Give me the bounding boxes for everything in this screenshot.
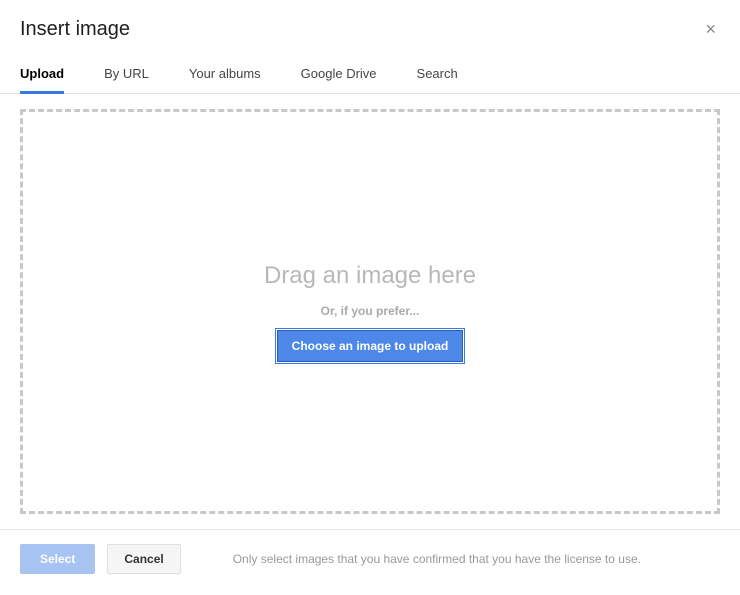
dialog-title: Insert image [20, 18, 130, 41]
disclaimer-text: Only select images that you have confirm… [233, 552, 641, 566]
dialog-footer: Select Cancel Only select images that yo… [0, 529, 740, 588]
dropzone[interactable]: Drag an image here Or, if you prefer... … [20, 109, 720, 514]
tab-your-albums[interactable]: Your albums [189, 66, 261, 93]
dialog-header: Insert image × [0, 0, 740, 50]
select-button[interactable]: Select [20, 544, 95, 574]
tab-upload[interactable]: Upload [20, 66, 64, 93]
tab-search[interactable]: Search [417, 66, 458, 93]
drag-prompt-text: Drag an image here [264, 262, 476, 290]
tab-bar: Upload By URL Your albums Google Drive S… [0, 50, 740, 94]
tab-google-drive[interactable]: Google Drive [301, 66, 377, 93]
cancel-button[interactable]: Cancel [107, 544, 180, 574]
upload-panel: Drag an image here Or, if you prefer... … [0, 94, 740, 529]
or-text: Or, if you prefer... [321, 304, 420, 318]
choose-image-button[interactable]: Choose an image to upload [277, 330, 464, 362]
tab-by-url[interactable]: By URL [104, 66, 149, 93]
close-icon[interactable]: × [701, 16, 720, 42]
